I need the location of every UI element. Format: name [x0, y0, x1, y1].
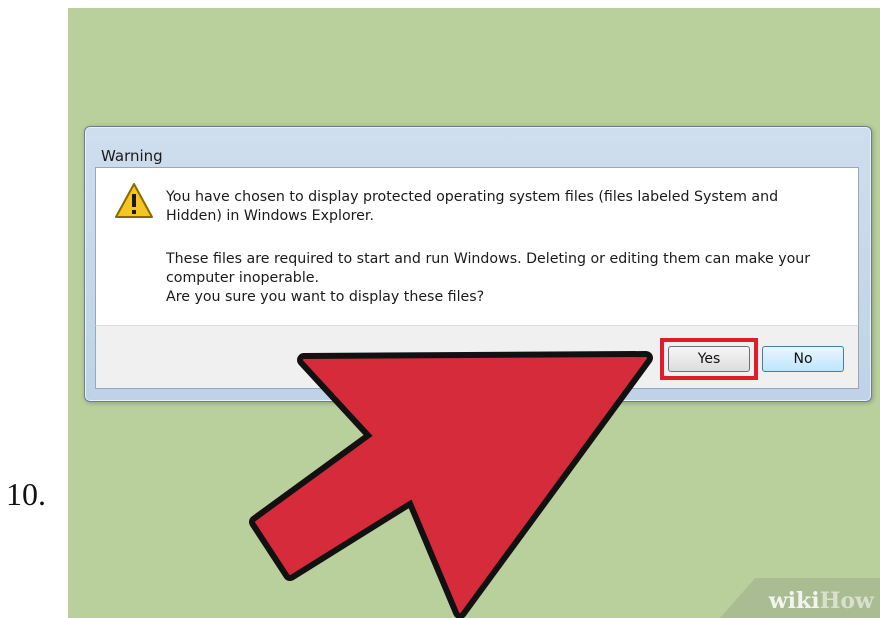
- illustration: Warning You have chosen to display prote…: [68, 8, 880, 618]
- pointer-arrow-icon: [249, 351, 653, 618]
- step-number: 10.: [6, 476, 46, 512]
- wikihow-logo: wikiHow: [768, 588, 874, 614]
